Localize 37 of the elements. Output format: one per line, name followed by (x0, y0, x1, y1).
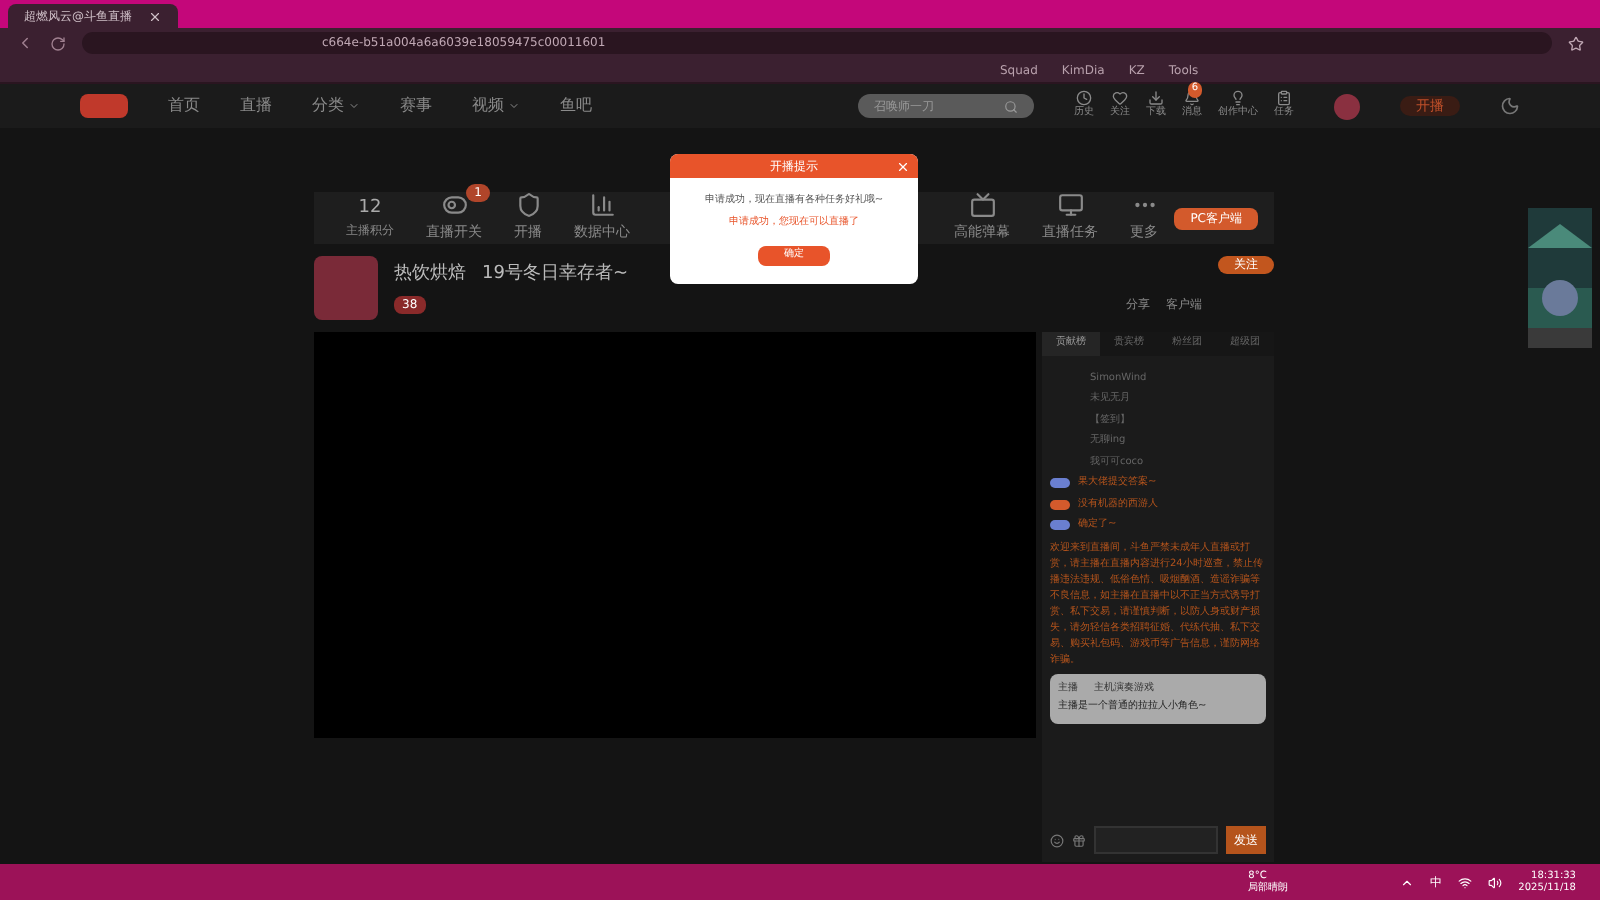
back-icon[interactable] (16, 34, 34, 52)
moon-icon[interactable] (1500, 96, 1520, 116)
monitor-icon (1057, 192, 1084, 219)
lightbulb-icon (1230, 90, 1246, 107)
chart-icon (589, 192, 615, 219)
tv-icon (969, 192, 996, 219)
nav-link[interactable]: 分类 (312, 94, 344, 118)
download-icon (1148, 90, 1164, 107)
bell-icon (1184, 90, 1200, 107)
nav-link[interactable]: 鱼吧 (560, 94, 592, 118)
reload-icon[interactable] (50, 35, 66, 51)
toggle-icon (441, 192, 467, 219)
close-icon (148, 9, 162, 23)
smile-icon[interactable] (1050, 833, 1064, 847)
clock-icon (1076, 90, 1092, 107)
streamer-name: 热饮烘焙 (394, 261, 466, 288)
volume-icon[interactable] (1488, 875, 1503, 889)
search-icon (1004, 99, 1018, 113)
nav-link[interactable]: 视频 (472, 94, 504, 118)
chat-input[interactable] (1094, 826, 1218, 854)
caret-icon (348, 100, 360, 112)
score-value: 12 (358, 195, 382, 222)
streamer-avatar (314, 256, 378, 320)
heart-icon (1112, 90, 1128, 107)
chevron-up-icon[interactable] (1400, 875, 1415, 889)
shield-icon (515, 192, 541, 219)
nav-link[interactable]: 首页 (168, 94, 200, 118)
nav-link[interactable]: 直播 (240, 94, 272, 118)
nav-link[interactable]: 赛事 (400, 94, 432, 118)
caret-icon (508, 100, 520, 112)
avatar[interactable] (1334, 93, 1360, 119)
wifi-icon[interactable] (1458, 875, 1473, 889)
stream-title: 19号冬日幸存者~ (482, 261, 628, 288)
star-icon[interactable] (1568, 35, 1584, 51)
close-icon[interactable] (896, 159, 910, 173)
clipboard-icon (1276, 90, 1292, 107)
gift-icon[interactable] (1072, 833, 1086, 847)
